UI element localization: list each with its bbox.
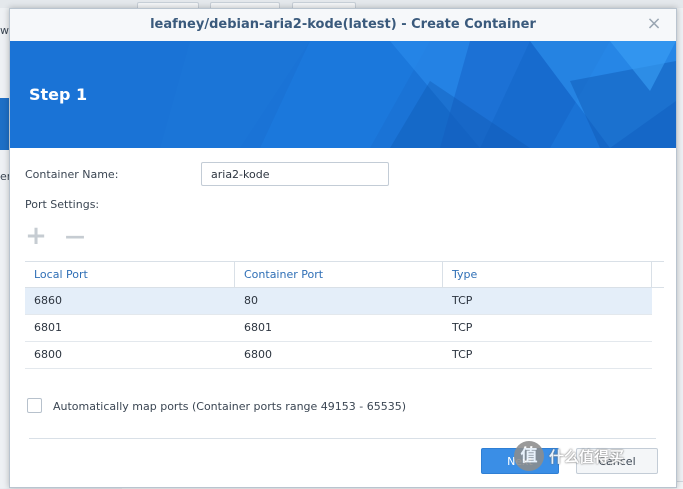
- add-icon[interactable]: +: [25, 223, 47, 249]
- create-container-dialog: leafney/debian-aria2-kode(latest) - Crea…: [9, 8, 677, 488]
- step-title: Step 1: [29, 85, 88, 104]
- dialog-title: leafney/debian-aria2-kode(latest) - Crea…: [150, 17, 536, 32]
- auto-map-ports-label[interactable]: Automatically map ports (Container ports…: [53, 400, 406, 413]
- type-cell: TCP: [452, 348, 473, 361]
- local-port-cell: 6800: [34, 348, 62, 361]
- type-cell: TCP: [452, 321, 473, 334]
- column-header-type[interactable]: Type: [443, 262, 652, 287]
- container-port-cell: 6801: [244, 321, 272, 334]
- column-header-local-port[interactable]: Local Port: [25, 262, 235, 287]
- banner-graphic: [10, 41, 676, 148]
- container-port-cell: 80: [244, 294, 258, 307]
- container-name-input[interactable]: [201, 162, 389, 186]
- close-icon[interactable]: ×: [646, 15, 662, 33]
- table-header: Local Port Container Port Type: [25, 262, 664, 288]
- table-row[interactable]: 6800 6800 TCP: [25, 342, 652, 369]
- remove-icon[interactable]: —: [64, 226, 86, 248]
- column-header-container-port[interactable]: Container Port: [235, 262, 443, 287]
- footer-divider: [29, 438, 656, 439]
- auto-map-ports-checkbox[interactable]: [27, 398, 42, 413]
- dialog-titlebar[interactable]: leafney/debian-aria2-kode(latest) - Crea…: [10, 9, 676, 42]
- table-row[interactable]: 6801 6801 TCP: [25, 315, 652, 342]
- container-port-cell: 6800: [244, 348, 272, 361]
- watermark-logo: 值: [514, 441, 544, 471]
- local-port-cell: 6801: [34, 321, 62, 334]
- table-row[interactable]: 6860 80 TCP: [25, 288, 652, 315]
- type-cell: TCP: [452, 294, 473, 307]
- step-banner: Step 1: [10, 41, 676, 148]
- port-settings-label: Port Settings:: [25, 198, 100, 211]
- background-text: w: [0, 24, 9, 37]
- watermark: 值 什么值得买: [514, 440, 624, 472]
- local-port-cell: 6860: [34, 294, 62, 307]
- container-name-label: Container Name:: [25, 168, 119, 181]
- port-settings-table: Local Port Container Port Type 6860 80 T…: [25, 261, 664, 369]
- watermark-text: 什么值得买: [549, 447, 625, 466]
